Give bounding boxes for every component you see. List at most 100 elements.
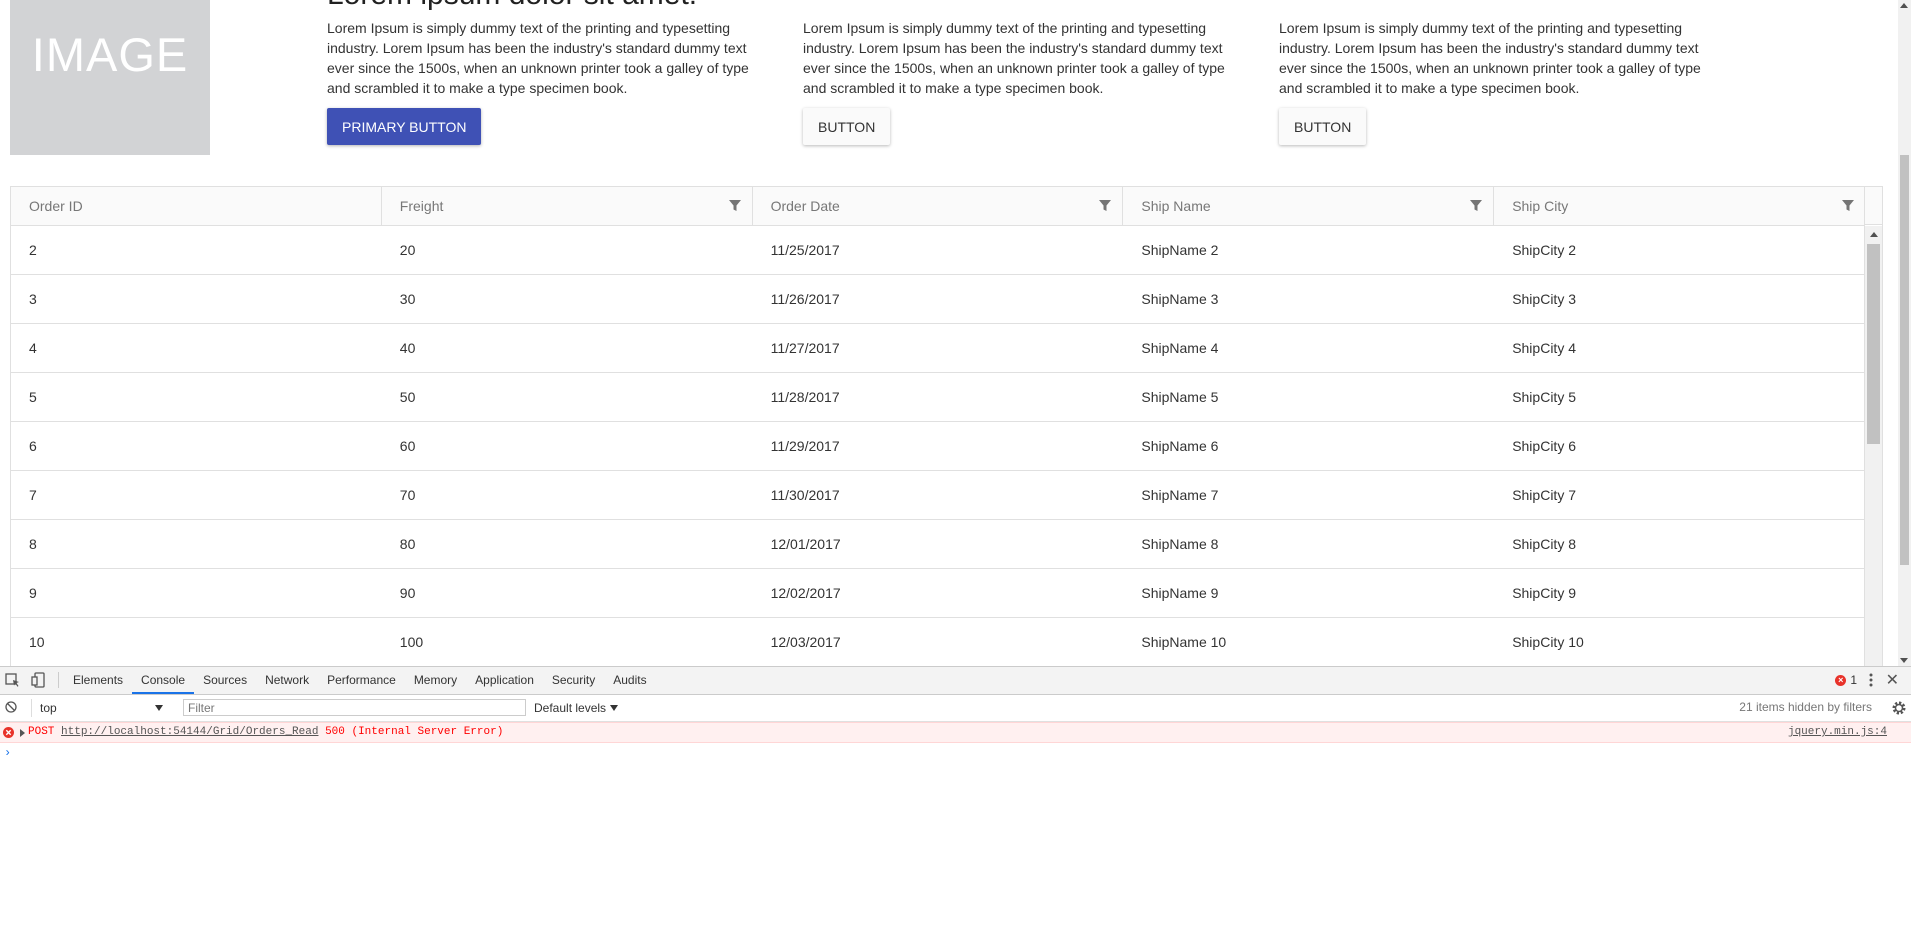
table-cell: 11/30/2017 bbox=[770, 487, 840, 503]
grid-body: 2 20 11/25/2017 ShipName 2 ShipCity 2 3 30 11/2… bbox=[11, 226, 1865, 666]
web-page: IMAGE Lorem ipsum dolor sit amet. Lorem … bbox=[0, 0, 1911, 666]
primary-button[interactable]: PRIMARY BUTTON bbox=[327, 108, 482, 145]
table-row[interactable]: 5 50 11/28/2017 ShipName 5 ShipCity 5 bbox=[11, 373, 1865, 422]
grid-scrollbar[interactable] bbox=[1864, 226, 1882, 666]
table-row[interactable]: 3 30 11/26/2017 ShipName 3 ShipCity 3 bbox=[11, 275, 1865, 324]
table-row[interactable]: 6 60 11/29/2017 ShipName 6 ShipCity 6 bbox=[11, 422, 1865, 471]
tab-console[interactable]: Console bbox=[132, 667, 195, 694]
table-cell: 70 bbox=[399, 487, 416, 503]
filter-icon[interactable] bbox=[1841, 199, 1855, 213]
table-cell: 3 bbox=[29, 291, 37, 307]
log-levels-dropdown[interactable]: Default levels bbox=[534, 699, 619, 717]
orders-grid: Order ID Freight Order Date Ship Name Ship C… bbox=[10, 186, 1883, 666]
chevron-down-icon bbox=[155, 705, 163, 711]
column-header-label: Order ID bbox=[29, 198, 83, 214]
table-cell: 11/26/2017 bbox=[770, 291, 840, 307]
clear-console-icon[interactable] bbox=[5, 701, 17, 713]
context-value: top bbox=[40, 701, 57, 715]
inspect-element-icon[interactable] bbox=[4, 671, 22, 689]
table-cell: 12/01/2017 bbox=[770, 536, 841, 552]
request-method: POST bbox=[28, 726, 55, 738]
chevron-down-icon bbox=[610, 705, 619, 711]
error-icon: × bbox=[1835, 674, 1847, 686]
column-header[interactable]: Freight bbox=[382, 187, 753, 225]
table-cell: 5 bbox=[29, 389, 37, 405]
page-scrollbar[interactable] bbox=[1898, 0, 1911, 666]
filter-icon[interactable] bbox=[1098, 199, 1112, 213]
grid-scrollbar-thumb[interactable] bbox=[1867, 244, 1880, 444]
close-icon[interactable]: ✕ bbox=[1886, 670, 1899, 690]
table-cell: 7 bbox=[29, 487, 37, 503]
table-cell: 40 bbox=[399, 340, 416, 356]
devtools-tabbar: Elements Console Sources Network Performance… bbox=[0, 667, 1911, 695]
secondary-button[interactable]: BUTTON bbox=[803, 108, 891, 145]
table-cell: ShipName 9 bbox=[1141, 585, 1219, 601]
table-cell: 9 bbox=[29, 585, 37, 601]
table-cell: ShipCity 4 bbox=[1512, 340, 1576, 356]
more-options-icon[interactable] bbox=[1869, 672, 1873, 688]
gear-icon[interactable] bbox=[1891, 700, 1907, 716]
tab-network[interactable]: Network bbox=[256, 667, 318, 694]
table-cell: 2 bbox=[29, 242, 37, 258]
table-cell: ShipCity 2 bbox=[1512, 242, 1576, 258]
table-cell: ShipName 5 bbox=[1141, 389, 1219, 405]
table-cell: 11/27/2017 bbox=[770, 340, 840, 356]
table-cell: ShipCity 7 bbox=[1512, 487, 1576, 503]
table-row[interactable]: 2 20 11/25/2017 ShipName 2 ShipCity 2 bbox=[11, 226, 1865, 275]
table-row[interactable]: 8 80 12/01/2017 ShipName 8 ShipCity 8 bbox=[11, 520, 1865, 569]
table-cell: 20 bbox=[399, 242, 416, 258]
console-filter-input[interactable] bbox=[183, 699, 526, 716]
page-headline: Lorem ipsum dolor sit amet. bbox=[327, 0, 697, 12]
expand-arrow-icon[interactable] bbox=[20, 729, 25, 737]
filter-icon[interactable] bbox=[728, 199, 742, 213]
table-cell: 60 bbox=[399, 438, 416, 454]
context-selector[interactable]: top bbox=[31, 699, 169, 717]
response-status: 500 (Internal Server Error) bbox=[325, 726, 504, 738]
tab-application[interactable]: Application bbox=[466, 667, 543, 694]
column-header[interactable]: Order Date bbox=[753, 187, 1124, 225]
scroll-up-arrow-icon[interactable] bbox=[1900, 3, 1908, 8]
log-levels-label: Default levels bbox=[534, 701, 607, 715]
tab-elements[interactable]: Elements bbox=[64, 667, 132, 694]
toolbar-divider bbox=[58, 672, 59, 688]
page-scrollbar-thumb[interactable] bbox=[1900, 155, 1909, 565]
column-header[interactable]: Ship City bbox=[1494, 187, 1865, 225]
scroll-down-arrow-icon[interactable] bbox=[1900, 658, 1908, 663]
table-row[interactable]: 9 90 12/02/2017 ShipName 9 ShipCity 9 bbox=[11, 569, 1865, 618]
error-counter[interactable]: × 1 bbox=[1835, 673, 1857, 687]
table-cell: 90 bbox=[399, 585, 416, 601]
table-row[interactable]: 7 70 11/30/2017 ShipName 7 ShipCity 7 bbox=[11, 471, 1865, 520]
column-header[interactable]: Order ID bbox=[11, 187, 382, 225]
console-prompt[interactable]: › bbox=[4, 746, 11, 760]
content-card: Lorem Ipsum is simply dummy text of the … bbox=[327, 18, 757, 98]
request-url-link[interactable]: http://localhost:54144/Grid/Orders_Read bbox=[61, 726, 318, 738]
table-cell: 12/03/2017 bbox=[770, 634, 841, 650]
content-card: Lorem Ipsum is simply dummy text of the … bbox=[1279, 18, 1709, 98]
tab-performance[interactable]: Performance bbox=[318, 667, 405, 694]
column-header[interactable]: Ship Name bbox=[1123, 187, 1495, 225]
tab-security[interactable]: Security bbox=[543, 667, 604, 694]
console-output: POST http://localhost:54144/Grid/Orders_… bbox=[0, 722, 1911, 760]
secondary-button[interactable]: BUTTON bbox=[1279, 108, 1367, 145]
tab-audits[interactable]: Audits bbox=[604, 667, 655, 694]
column-header-label: Order Date bbox=[770, 198, 840, 214]
tab-memory[interactable]: Memory bbox=[405, 667, 466, 694]
tab-sources[interactable]: Sources bbox=[194, 667, 256, 694]
table-cell: 30 bbox=[399, 291, 416, 307]
table-cell: 11/25/2017 bbox=[770, 242, 840, 258]
table-cell: ShipName 4 bbox=[1141, 340, 1219, 356]
table-cell: 10 bbox=[29, 634, 45, 650]
table-cell: 12/02/2017 bbox=[770, 585, 841, 601]
table-row[interactable]: 10 100 12/03/2017 ShipName 10 ShipCity 10 bbox=[11, 618, 1865, 666]
column-header-label: Freight bbox=[399, 198, 444, 214]
source-link[interactable]: jquery.min.js:4 bbox=[1788, 723, 1887, 742]
scroll-up-arrow-icon[interactable] bbox=[1870, 232, 1878, 237]
table-cell: ShipCity 6 bbox=[1512, 438, 1576, 454]
device-toolbar-icon[interactable] bbox=[30, 671, 48, 689]
error-text: POST http://localhost:54144/Grid/Orders_… bbox=[28, 723, 503, 742]
table-cell: ShipName 10 bbox=[1141, 634, 1227, 650]
table-cell: 4 bbox=[29, 340, 37, 356]
console-error-message[interactable]: POST http://localhost:54144/Grid/Orders_… bbox=[0, 722, 1911, 743]
table-row[interactable]: 4 40 11/27/2017 ShipName 4 ShipCity 4 bbox=[11, 324, 1865, 373]
filter-icon[interactable] bbox=[1469, 199, 1483, 213]
